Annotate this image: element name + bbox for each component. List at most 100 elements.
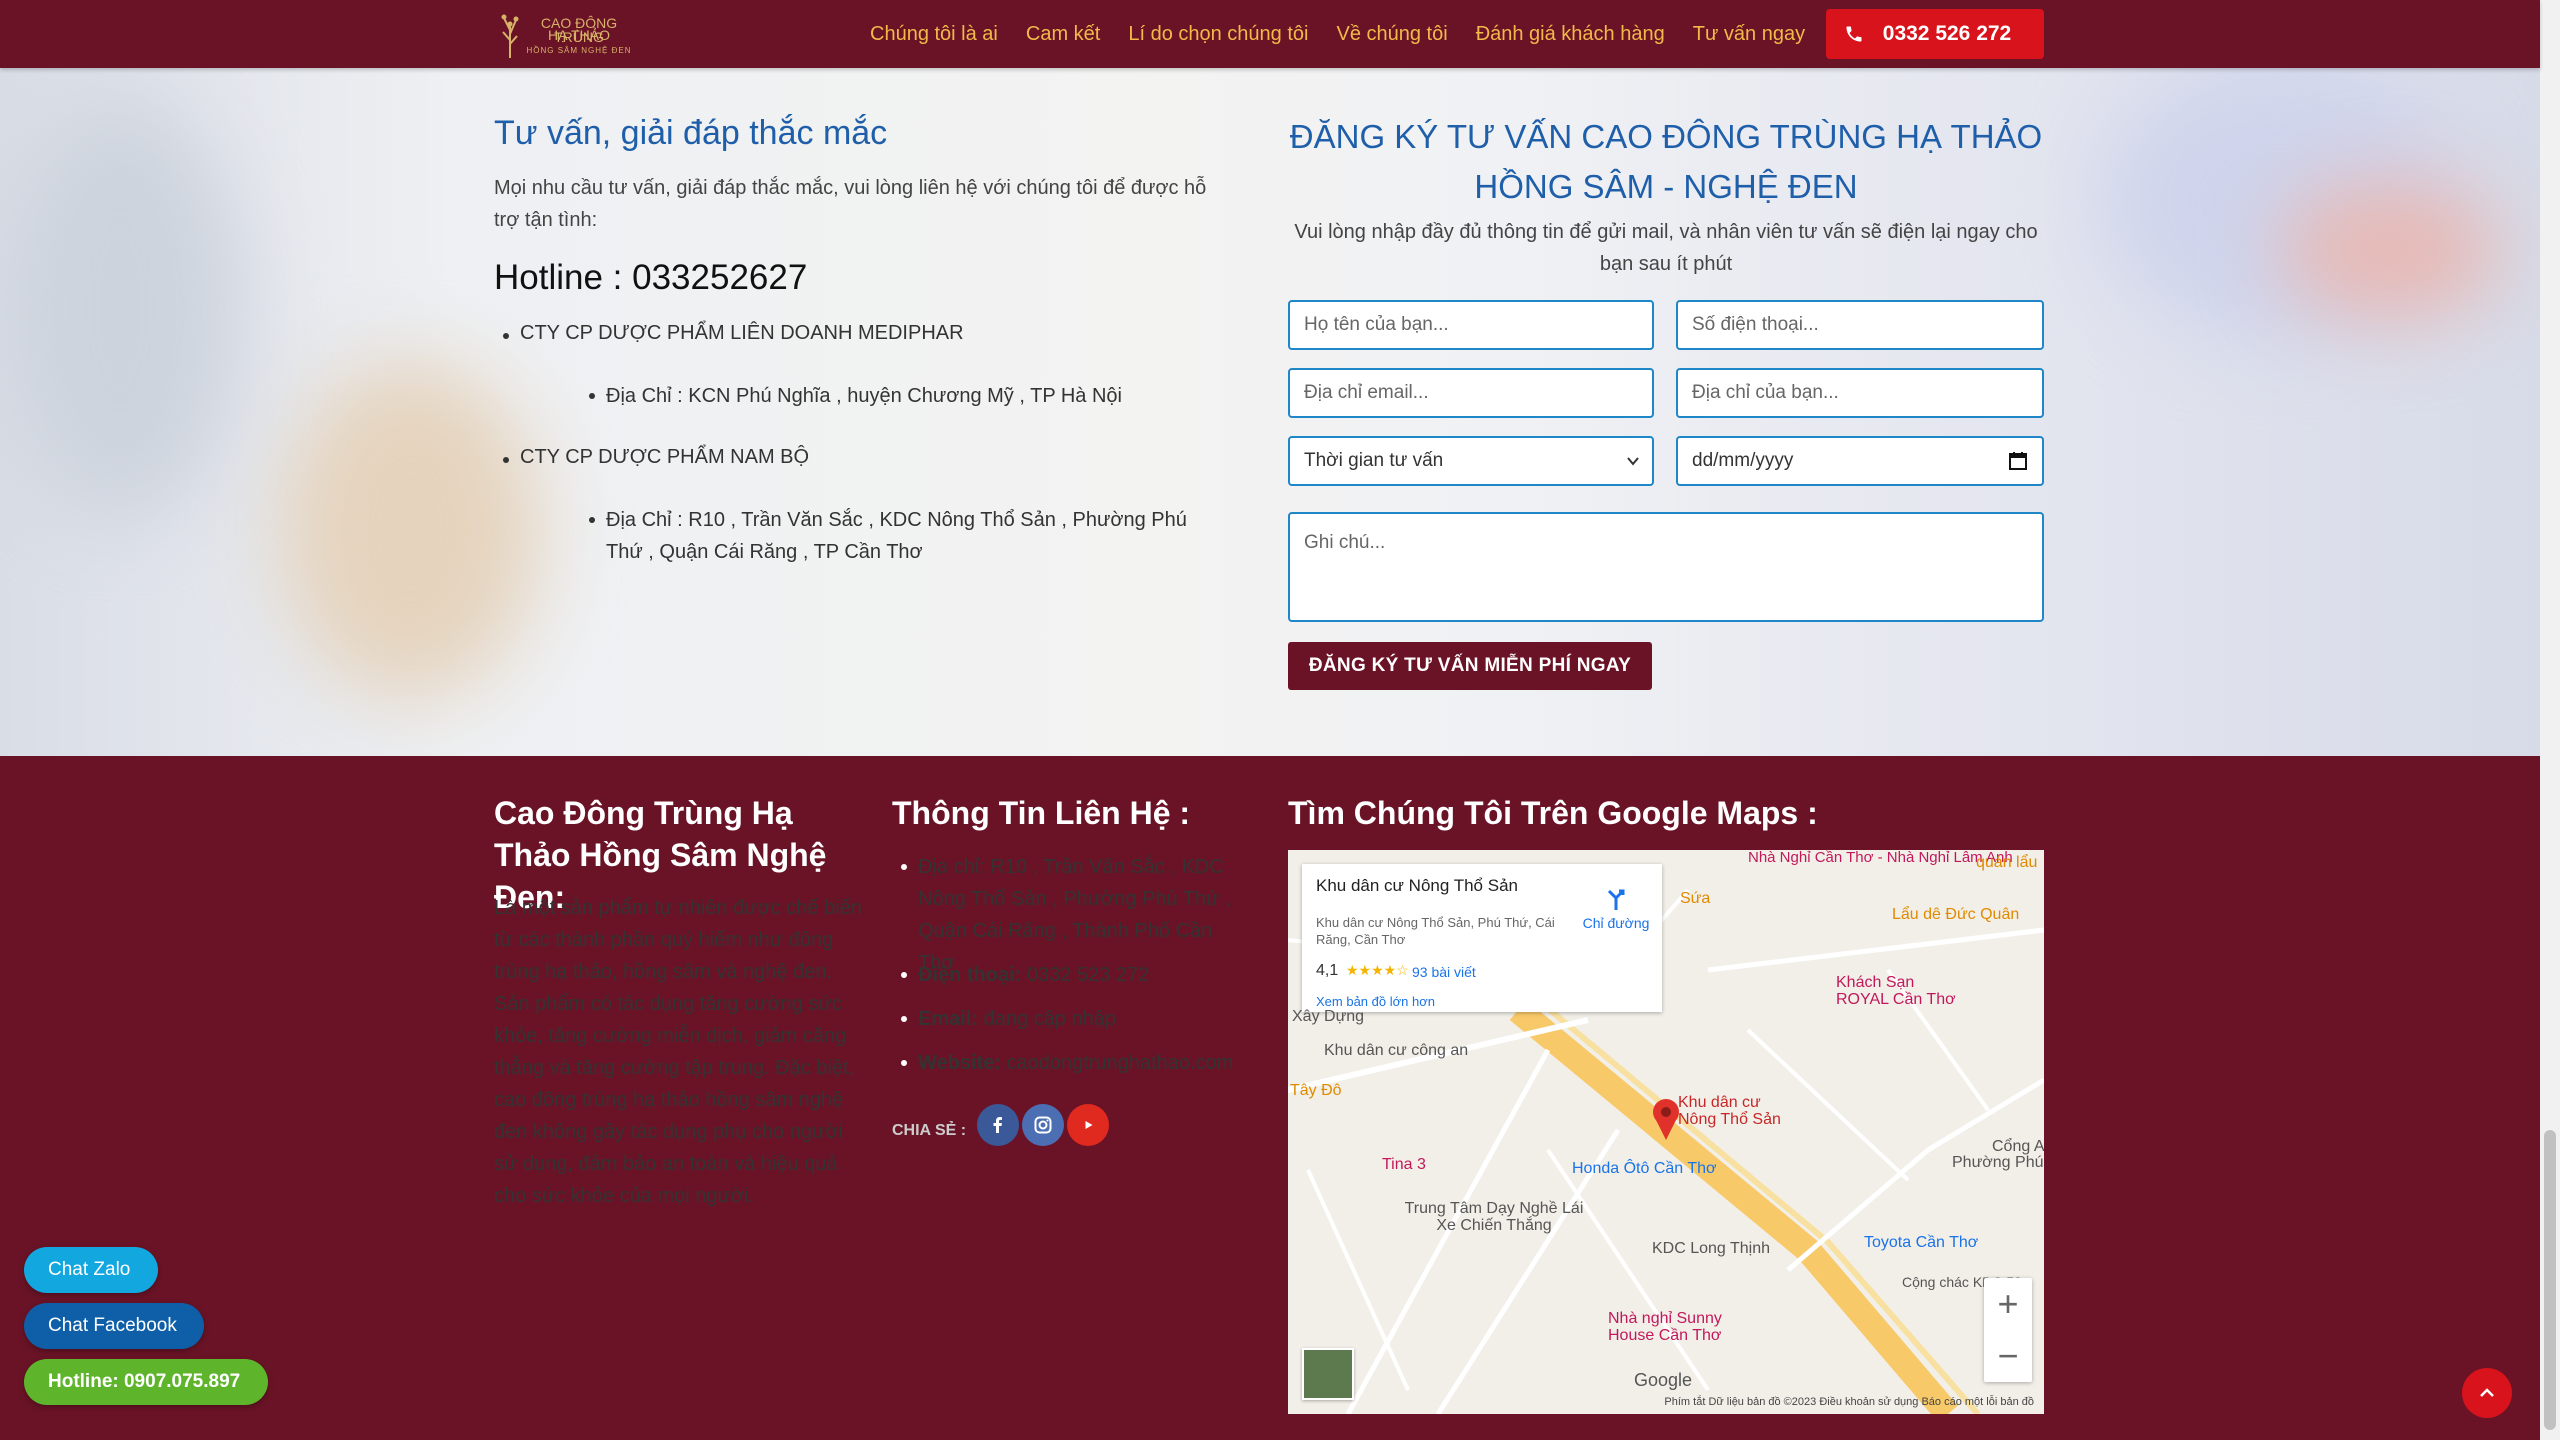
map-poi-label: Nhà Nghỉ Cần Thơ - Nhà Nghỉ Lâm Anh: [1748, 850, 2013, 866]
logo-line-2: HẠ THẢO: [548, 27, 610, 43]
map-poi-label: Phường Phú Thứ: [1952, 1154, 2044, 1171]
map-poi-label: Khu dân cư công an: [1324, 1042, 1469, 1059]
consult-description: Mọi nhu cầu tư vấn, giải đáp thắc mắc, v…: [494, 177, 1207, 231]
footer-map-title: Tìm Chúng Tôi Trên Google Maps :: [1288, 795, 1818, 831]
instagram-icon: [1034, 1116, 1052, 1134]
map-rating: 4,1: [1316, 962, 1339, 979]
footer: [0, 756, 2540, 1440]
header-phone-number: 0332 526 272: [1882, 22, 2012, 45]
bg-blob: [0, 100, 240, 520]
date-input[interactable]: dd/mm/yyyy: [1676, 436, 2044, 486]
google-map-embed[interactable]: Khu dân cư Nông Thổ Sản Khu dân cư Nông …: [1288, 850, 2044, 1414]
nav-item-consult-now[interactable]: Tư vấn ngay: [1693, 23, 1805, 46]
instagram-share-button[interactable]: [1022, 1104, 1064, 1146]
form-title: ĐĂNG KÝ TƯ VẤN CAO ĐÔNG TRÙNG HẠ THẢO HỒ…: [1289, 118, 2043, 205]
company-name: CTY CP DƯỢC PHẨM LIÊN DOANH MEDIPHAR: [503, 322, 964, 344]
consult-section-background: [0, 0, 2540, 756]
footer-contact-title: Thông Tin Liên Hệ :: [892, 795, 1191, 831]
consult-title: Tư vấn, giải đáp thắc mắc: [494, 114, 888, 152]
nav-item-who-we-are[interactable]: Chúng tôi là ai: [870, 23, 998, 46]
share-label: CHIA SẺ :: [892, 1122, 967, 1139]
name-input[interactable]: Họ tên của bạn...: [1288, 300, 1654, 350]
phone-label: Điện thoại:: [918, 964, 1022, 986]
phone-input[interactable]: Số điện thoại...: [1676, 300, 2044, 350]
map-poi-label: Khách Sạn ROYAL Cần Thơ: [1836, 974, 1956, 1008]
submit-button[interactable]: ĐĂNG KÝ TƯ VẤN MIỄN PHÍ NGAY: [1288, 642, 1652, 690]
map-poi-label: Honda Ôtô Cần Thơ: [1572, 1160, 1717, 1177]
nav-item-commitment[interactable]: Cam kết: [1026, 23, 1100, 46]
youtube-icon: [1085, 1121, 1093, 1129]
map-directions-label: Chỉ đường: [1582, 915, 1650, 931]
zoom-in-button[interactable]: +: [1984, 1278, 2032, 1330]
brand-logo[interactable]: CAO ĐÔNG TRÙNG HẠ THẢO HỒNG SÂM NGHỆ ĐEN: [500, 6, 631, 62]
company-name: CTY CP DƯỢC PHẨM NAM BỘ: [502, 446, 810, 468]
map-poi-label: Trung Tâm Dạy Nghề Lái Xe Chiến Thắng: [1404, 1200, 1584, 1234]
chevron-up-icon: [2480, 1388, 2494, 1397]
zoom-out-button[interactable]: −: [1984, 1330, 2032, 1382]
bg-blob: [280, 360, 540, 700]
consult-time-select[interactable]: Thời gian tư vấn: [1288, 436, 1654, 486]
website-label: Website:: [918, 1052, 1001, 1074]
map-poi-label: Nhà nghỉ Sunny House Cần Thơ: [1608, 1310, 1722, 1344]
nav-item-why-choose-us[interactable]: Lí do chọn chúng tôi: [1128, 23, 1308, 46]
company-address: Địa Chỉ : KCN Phú Nghĩa , huyện Chương M…: [589, 380, 1246, 412]
phone-icon: [1846, 26, 1862, 42]
email-input[interactable]: Địa chỉ email...: [1288, 368, 1654, 418]
calendar-icon[interactable]: [2008, 451, 2028, 471]
header-phone-button[interactable]: 0332 526 272: [1826, 9, 2044, 59]
nav-item-about-us[interactable]: Về chúng tôi: [1336, 23, 1447, 46]
map-zoom-control: + −: [1984, 1278, 2032, 1382]
footer-contact-phone: Điện thoại: 0332 523 272: [901, 959, 1248, 991]
map-poi-label: KDC Long Thịnh: [1652, 1240, 1770, 1257]
map-poi-label: Lẩu dê Đức Quân: [1892, 906, 2020, 923]
google-logo: Google: [1634, 1370, 1693, 1390]
map-poi-label: Cổng Ane: [1992, 1138, 2044, 1155]
footer-about-text: Là một sản phẩm tự nhiên được chế biến t…: [494, 897, 862, 1207]
address-input[interactable]: Địa chỉ của bạn...: [1676, 368, 2044, 418]
cordyceps-logo-icon: [501, 14, 519, 58]
page-scrollbar[interactable]: [2540, 0, 2560, 1440]
map-poi-label: Toyota Cần Thơ: [1864, 1234, 1979, 1251]
chat-zalo-button[interactable]: Chat Zalo: [24, 1247, 158, 1293]
directions-icon: [1607, 889, 1625, 910]
map-poi-label: Khu dân cư Nông Thổ Sản: [1678, 1094, 1781, 1128]
back-to-top-button[interactable]: [2462, 1368, 2512, 1418]
facebook-icon: [993, 1117, 1002, 1133]
map-attribution[interactable]: Phím tắt Dữ liệu bản đồ ©2023 Điều khoản…: [1288, 1396, 2044, 1414]
bg-blob: [2280, 180, 2500, 320]
form-description: Vui lòng nhập đầy đủ thông tin để gửi ma…: [1294, 221, 2038, 275]
date-input-value: dd/mm/yyyy: [1692, 450, 1794, 471]
map-poi-label: Xây Dựng: [1292, 1008, 1365, 1025]
note-textarea[interactable]: Ghi chú...: [1288, 512, 2044, 622]
company-address: Địa Chỉ : R10 , Trần Văn Sắc , KDC Nông …: [589, 504, 1226, 568]
email-label: Email:: [918, 1008, 979, 1030]
satellite-toggle[interactable]: [1302, 1348, 1354, 1400]
footer-contact-email: Email: đang cập nhập: [901, 1003, 1248, 1035]
map-reviews-link[interactable]: 93 bài viết: [1412, 964, 1476, 980]
map-place-address: Khu dân cư Nông Thổ Sản, Phú Thứ, Cái Ră…: [1316, 915, 1555, 947]
website-value[interactable]: caodongtrunghathao.com: [1007, 1052, 1234, 1074]
map-rating-stars: ★★★★☆: [1346, 962, 1409, 978]
footer-contact-website: Website: caodongtrunghathao.com: [901, 1047, 1248, 1079]
facebook-share-button[interactable]: [977, 1104, 1019, 1146]
logo-line-3: HỒNG SÂM NGHỆ ĐEN: [526, 46, 632, 55]
phone-value[interactable]: 0332 523 272: [1027, 964, 1149, 986]
main-nav: Chúng tôi là ai Cam kết Lí do chọn chúng…: [870, 0, 1833, 68]
map-place-name: Khu dân cư Nông Thổ Sản: [1316, 876, 1518, 895]
chat-facebook-button[interactable]: Chat Facebook: [24, 1303, 204, 1349]
email-value: đang cập nhập: [983, 1008, 1116, 1030]
map-poi-label: Sứa: [1680, 890, 1711, 907]
map-directions-button[interactable]: Chỉ đường: [1580, 886, 1652, 931]
chevron-down-icon: [1627, 457, 1639, 466]
consult-time-value: Thời gian tư vấn: [1304, 450, 1444, 471]
map-poi-label: Tây Đô: [1290, 1082, 1342, 1099]
map-poi-label: quán lẩu: [1976, 854, 2038, 871]
nav-item-reviews[interactable]: Đánh giá khách hàng: [1476, 23, 1665, 46]
scrollbar-thumb[interactable]: [2544, 1130, 2556, 1430]
map-place-card: Khu dân cư Nông Thổ Sản Khu dân cư Nông …: [1302, 864, 1662, 1012]
hotline-text: Hotline : 033252627: [494, 258, 808, 297]
map-larger-link[interactable]: Xem bản đồ lớn hơn: [1316, 994, 1435, 1009]
youtube-share-button[interactable]: [1067, 1104, 1109, 1146]
hotline-button[interactable]: Hotline: 0907.075.897: [24, 1359, 268, 1405]
top-navbar: CAO ĐÔNG TRÙNG HẠ THẢO HỒNG SÂM NGHỆ ĐEN…: [0, 0, 2540, 68]
